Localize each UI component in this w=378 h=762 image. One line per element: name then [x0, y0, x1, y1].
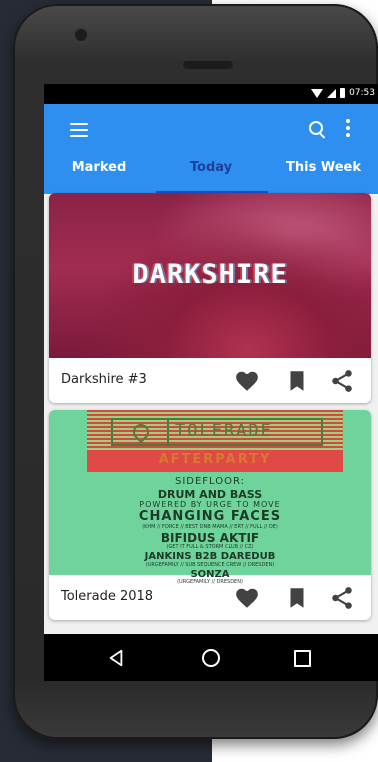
poster-line: POWERED BY URGE TO MOVE: [139, 500, 281, 509]
poster-logo-box: TOLERADE: [111, 418, 323, 446]
bookmark-icon[interactable]: [284, 368, 310, 394]
tab-this-week[interactable]: This Week: [268, 160, 378, 180]
leaf-icon: [129, 420, 153, 444]
search-icon[interactable]: [309, 121, 323, 135]
phone-frame: 07:53 Marked Today This Week DARKSHIRE D…: [13, 4, 378, 739]
hamburger-menu-icon[interactable]: [70, 123, 88, 137]
card-footer: Darkshire #3: [49, 358, 371, 403]
logo-divider: [167, 420, 169, 444]
battery-icon: [340, 88, 346, 98]
back-triangle-icon[interactable]: [107, 649, 125, 667]
app-bar: Marked Today This Week: [44, 104, 378, 194]
poster-subtitle: AFTERPARTY: [158, 452, 272, 467]
home-circle-icon[interactable]: [202, 649, 220, 667]
front-camera: [75, 29, 87, 41]
poster-line: (KHM // FORCE // BEST DNB MAMA // ERT //…: [142, 524, 278, 530]
event-title: Tolerade 2018: [61, 589, 154, 604]
signal-icon: [327, 88, 337, 98]
poster-line: (URGEFAMILY // SUB SEQUENCE CREW // DRES…: [145, 562, 275, 568]
recents-square-icon[interactable]: [294, 650, 311, 667]
event-card[interactable]: TOLERADE AFTERPARTY SIDEFLOOR: DRUM AND …: [49, 410, 371, 620]
status-bar: 07:53: [44, 84, 378, 104]
event-image-logo: DARKSHIRE: [132, 259, 288, 290]
heart-icon[interactable]: [234, 368, 260, 394]
poster-line: SIDEFLOOR:: [174, 476, 246, 487]
poster-line: BIFIDUS AKTIF: [160, 531, 260, 545]
event-image[interactable]: TOLERADE AFTERPARTY SIDEFLOOR: DRUM AND …: [49, 410, 371, 585]
tab-today[interactable]: Today: [156, 160, 266, 180]
event-image[interactable]: DARKSHIRE: [49, 193, 371, 358]
bookmark-icon[interactable]: [284, 585, 310, 611]
earpiece-speaker: [183, 61, 233, 69]
poster-line: CHANGING FACES: [138, 509, 282, 524]
poster-line: (GET IT FULL & STORM CLUB // CZ): [166, 544, 254, 550]
share-icon[interactable]: [329, 368, 355, 394]
event-title: Darkshire #3: [61, 372, 147, 387]
status-time: 07:53: [349, 88, 375, 98]
poster-brand: TOLERADE: [175, 421, 273, 441]
heart-icon[interactable]: [234, 585, 260, 611]
share-icon[interactable]: [329, 585, 355, 611]
android-nav-bar: [44, 634, 378, 681]
event-card[interactable]: DARKSHIRE Darkshire #3: [49, 193, 371, 403]
poster-line: JANKINS B2B DAREDUB: [144, 551, 276, 562]
tab-marked[interactable]: Marked: [44, 160, 154, 180]
card-footer: Tolerade 2018: [49, 575, 371, 620]
phone-screen: 07:53 Marked Today This Week DARKSHIRE D…: [44, 84, 378, 681]
wifi-icon: [311, 88, 324, 98]
more-vert-icon[interactable]: [346, 119, 350, 137]
